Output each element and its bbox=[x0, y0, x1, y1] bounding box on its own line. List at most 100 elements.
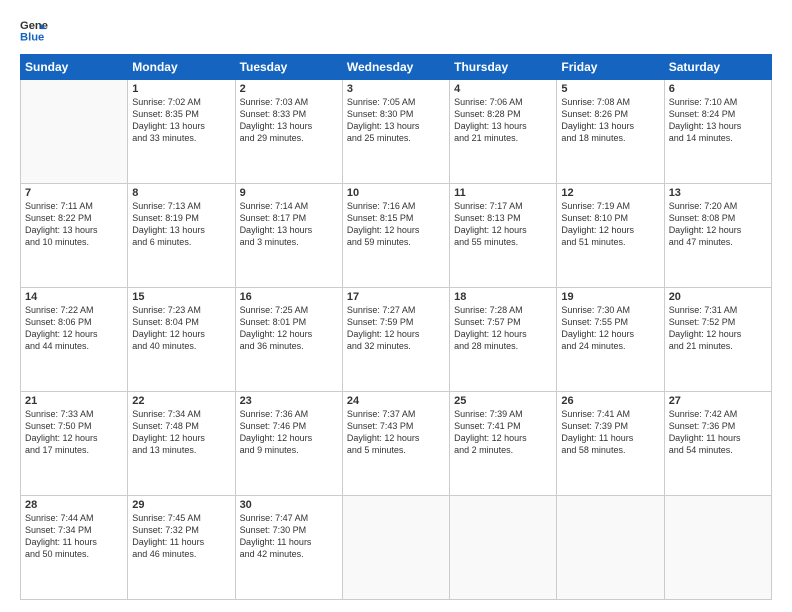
cell-info: Sunrise: 7:20 AM Sunset: 8:08 PM Dayligh… bbox=[669, 200, 767, 249]
day-number: 10 bbox=[347, 187, 445, 199]
calendar-cell bbox=[342, 496, 449, 600]
page: General Blue SundayMondayTuesdayWednesda… bbox=[0, 0, 792, 612]
weekday-header-row: SundayMondayTuesdayWednesdayThursdayFrid… bbox=[21, 55, 772, 80]
cell-info: Sunrise: 7:34 AM Sunset: 7:48 PM Dayligh… bbox=[132, 408, 230, 457]
svg-text:General: General bbox=[20, 20, 48, 32]
calendar-cell: 7Sunrise: 7:11 AM Sunset: 8:22 PM Daylig… bbox=[21, 184, 128, 288]
cell-info: Sunrise: 7:41 AM Sunset: 7:39 PM Dayligh… bbox=[561, 408, 659, 457]
day-number: 20 bbox=[669, 291, 767, 303]
calendar-cell: 17Sunrise: 7:27 AM Sunset: 7:59 PM Dayli… bbox=[342, 288, 449, 392]
calendar-cell: 8Sunrise: 7:13 AM Sunset: 8:19 PM Daylig… bbox=[128, 184, 235, 288]
calendar-cell: 1Sunrise: 7:02 AM Sunset: 8:35 PM Daylig… bbox=[128, 80, 235, 184]
weekday-header-thursday: Thursday bbox=[450, 55, 557, 80]
day-number: 25 bbox=[454, 395, 552, 407]
cell-info: Sunrise: 7:45 AM Sunset: 7:32 PM Dayligh… bbox=[132, 512, 230, 561]
day-number: 16 bbox=[240, 291, 338, 303]
cell-info: Sunrise: 7:08 AM Sunset: 8:26 PM Dayligh… bbox=[561, 96, 659, 145]
cell-info: Sunrise: 7:28 AM Sunset: 7:57 PM Dayligh… bbox=[454, 304, 552, 353]
day-number: 5 bbox=[561, 83, 659, 95]
calendar-cell: 12Sunrise: 7:19 AM Sunset: 8:10 PM Dayli… bbox=[557, 184, 664, 288]
weekday-header-sunday: Sunday bbox=[21, 55, 128, 80]
day-number: 15 bbox=[132, 291, 230, 303]
day-number: 21 bbox=[25, 395, 123, 407]
day-number: 2 bbox=[240, 83, 338, 95]
day-number: 3 bbox=[347, 83, 445, 95]
cell-info: Sunrise: 7:14 AM Sunset: 8:17 PM Dayligh… bbox=[240, 200, 338, 249]
cell-info: Sunrise: 7:23 AM Sunset: 8:04 PM Dayligh… bbox=[132, 304, 230, 353]
calendar-cell: 19Sunrise: 7:30 AM Sunset: 7:55 PM Dayli… bbox=[557, 288, 664, 392]
calendar-cell: 10Sunrise: 7:16 AM Sunset: 8:15 PM Dayli… bbox=[342, 184, 449, 288]
cell-info: Sunrise: 7:11 AM Sunset: 8:22 PM Dayligh… bbox=[25, 200, 123, 249]
calendar-cell bbox=[664, 496, 771, 600]
calendar-cell: 5Sunrise: 7:08 AM Sunset: 8:26 PM Daylig… bbox=[557, 80, 664, 184]
calendar-cell: 16Sunrise: 7:25 AM Sunset: 8:01 PM Dayli… bbox=[235, 288, 342, 392]
weekday-header-tuesday: Tuesday bbox=[235, 55, 342, 80]
calendar-cell: 24Sunrise: 7:37 AM Sunset: 7:43 PM Dayli… bbox=[342, 392, 449, 496]
day-number: 8 bbox=[132, 187, 230, 199]
calendar-cell: 20Sunrise: 7:31 AM Sunset: 7:52 PM Dayli… bbox=[664, 288, 771, 392]
day-number: 12 bbox=[561, 187, 659, 199]
calendar-cell: 15Sunrise: 7:23 AM Sunset: 8:04 PM Dayli… bbox=[128, 288, 235, 392]
calendar-cell bbox=[450, 496, 557, 600]
day-number: 17 bbox=[347, 291, 445, 303]
cell-info: Sunrise: 7:13 AM Sunset: 8:19 PM Dayligh… bbox=[132, 200, 230, 249]
day-number: 23 bbox=[240, 395, 338, 407]
day-number: 1 bbox=[132, 83, 230, 95]
day-number: 24 bbox=[347, 395, 445, 407]
cell-info: Sunrise: 7:31 AM Sunset: 7:52 PM Dayligh… bbox=[669, 304, 767, 353]
calendar-week-row: 1Sunrise: 7:02 AM Sunset: 8:35 PM Daylig… bbox=[21, 80, 772, 184]
cell-info: Sunrise: 7:44 AM Sunset: 7:34 PM Dayligh… bbox=[25, 512, 123, 561]
day-number: 11 bbox=[454, 187, 552, 199]
calendar-cell bbox=[557, 496, 664, 600]
calendar-cell: 21Sunrise: 7:33 AM Sunset: 7:50 PM Dayli… bbox=[21, 392, 128, 496]
calendar-cell: 23Sunrise: 7:36 AM Sunset: 7:46 PM Dayli… bbox=[235, 392, 342, 496]
cell-info: Sunrise: 7:16 AM Sunset: 8:15 PM Dayligh… bbox=[347, 200, 445, 249]
day-number: 7 bbox=[25, 187, 123, 199]
cell-info: Sunrise: 7:42 AM Sunset: 7:36 PM Dayligh… bbox=[669, 408, 767, 457]
cell-info: Sunrise: 7:05 AM Sunset: 8:30 PM Dayligh… bbox=[347, 96, 445, 145]
day-number: 14 bbox=[25, 291, 123, 303]
calendar-cell: 30Sunrise: 7:47 AM Sunset: 7:30 PM Dayli… bbox=[235, 496, 342, 600]
cell-info: Sunrise: 7:03 AM Sunset: 8:33 PM Dayligh… bbox=[240, 96, 338, 145]
calendar-cell: 9Sunrise: 7:14 AM Sunset: 8:17 PM Daylig… bbox=[235, 184, 342, 288]
day-number: 22 bbox=[132, 395, 230, 407]
cell-info: Sunrise: 7:27 AM Sunset: 7:59 PM Dayligh… bbox=[347, 304, 445, 353]
calendar-week-row: 14Sunrise: 7:22 AM Sunset: 8:06 PM Dayli… bbox=[21, 288, 772, 392]
cell-info: Sunrise: 7:36 AM Sunset: 7:46 PM Dayligh… bbox=[240, 408, 338, 457]
calendar-cell: 2Sunrise: 7:03 AM Sunset: 8:33 PM Daylig… bbox=[235, 80, 342, 184]
svg-text:Blue: Blue bbox=[20, 31, 44, 43]
day-number: 6 bbox=[669, 83, 767, 95]
cell-info: Sunrise: 7:25 AM Sunset: 8:01 PM Dayligh… bbox=[240, 304, 338, 353]
calendar-cell: 27Sunrise: 7:42 AM Sunset: 7:36 PM Dayli… bbox=[664, 392, 771, 496]
day-number: 27 bbox=[669, 395, 767, 407]
cell-info: Sunrise: 7:30 AM Sunset: 7:55 PM Dayligh… bbox=[561, 304, 659, 353]
cell-info: Sunrise: 7:10 AM Sunset: 8:24 PM Dayligh… bbox=[669, 96, 767, 145]
day-number: 4 bbox=[454, 83, 552, 95]
cell-info: Sunrise: 7:33 AM Sunset: 7:50 PM Dayligh… bbox=[25, 408, 123, 457]
calendar-cell: 28Sunrise: 7:44 AM Sunset: 7:34 PM Dayli… bbox=[21, 496, 128, 600]
calendar-cell: 26Sunrise: 7:41 AM Sunset: 7:39 PM Dayli… bbox=[557, 392, 664, 496]
cell-info: Sunrise: 7:17 AM Sunset: 8:13 PM Dayligh… bbox=[454, 200, 552, 249]
header: General Blue bbox=[20, 16, 772, 44]
calendar-cell: 14Sunrise: 7:22 AM Sunset: 8:06 PM Dayli… bbox=[21, 288, 128, 392]
calendar-cell: 6Sunrise: 7:10 AM Sunset: 8:24 PM Daylig… bbox=[664, 80, 771, 184]
calendar-week-row: 28Sunrise: 7:44 AM Sunset: 7:34 PM Dayli… bbox=[21, 496, 772, 600]
calendar-cell: 22Sunrise: 7:34 AM Sunset: 7:48 PM Dayli… bbox=[128, 392, 235, 496]
weekday-header-wednesday: Wednesday bbox=[342, 55, 449, 80]
calendar-cell: 29Sunrise: 7:45 AM Sunset: 7:32 PM Dayli… bbox=[128, 496, 235, 600]
cell-info: Sunrise: 7:47 AM Sunset: 7:30 PM Dayligh… bbox=[240, 512, 338, 561]
cell-info: Sunrise: 7:19 AM Sunset: 8:10 PM Dayligh… bbox=[561, 200, 659, 249]
calendar-cell bbox=[21, 80, 128, 184]
day-number: 29 bbox=[132, 499, 230, 511]
calendar-cell: 3Sunrise: 7:05 AM Sunset: 8:30 PM Daylig… bbox=[342, 80, 449, 184]
logo: General Blue bbox=[20, 16, 52, 44]
day-number: 26 bbox=[561, 395, 659, 407]
calendar-cell: 13Sunrise: 7:20 AM Sunset: 8:08 PM Dayli… bbox=[664, 184, 771, 288]
calendar-week-row: 21Sunrise: 7:33 AM Sunset: 7:50 PM Dayli… bbox=[21, 392, 772, 496]
day-number: 18 bbox=[454, 291, 552, 303]
day-number: 28 bbox=[25, 499, 123, 511]
day-number: 13 bbox=[669, 187, 767, 199]
calendar-week-row: 7Sunrise: 7:11 AM Sunset: 8:22 PM Daylig… bbox=[21, 184, 772, 288]
weekday-header-friday: Friday bbox=[557, 55, 664, 80]
logo-icon: General Blue bbox=[20, 16, 48, 44]
